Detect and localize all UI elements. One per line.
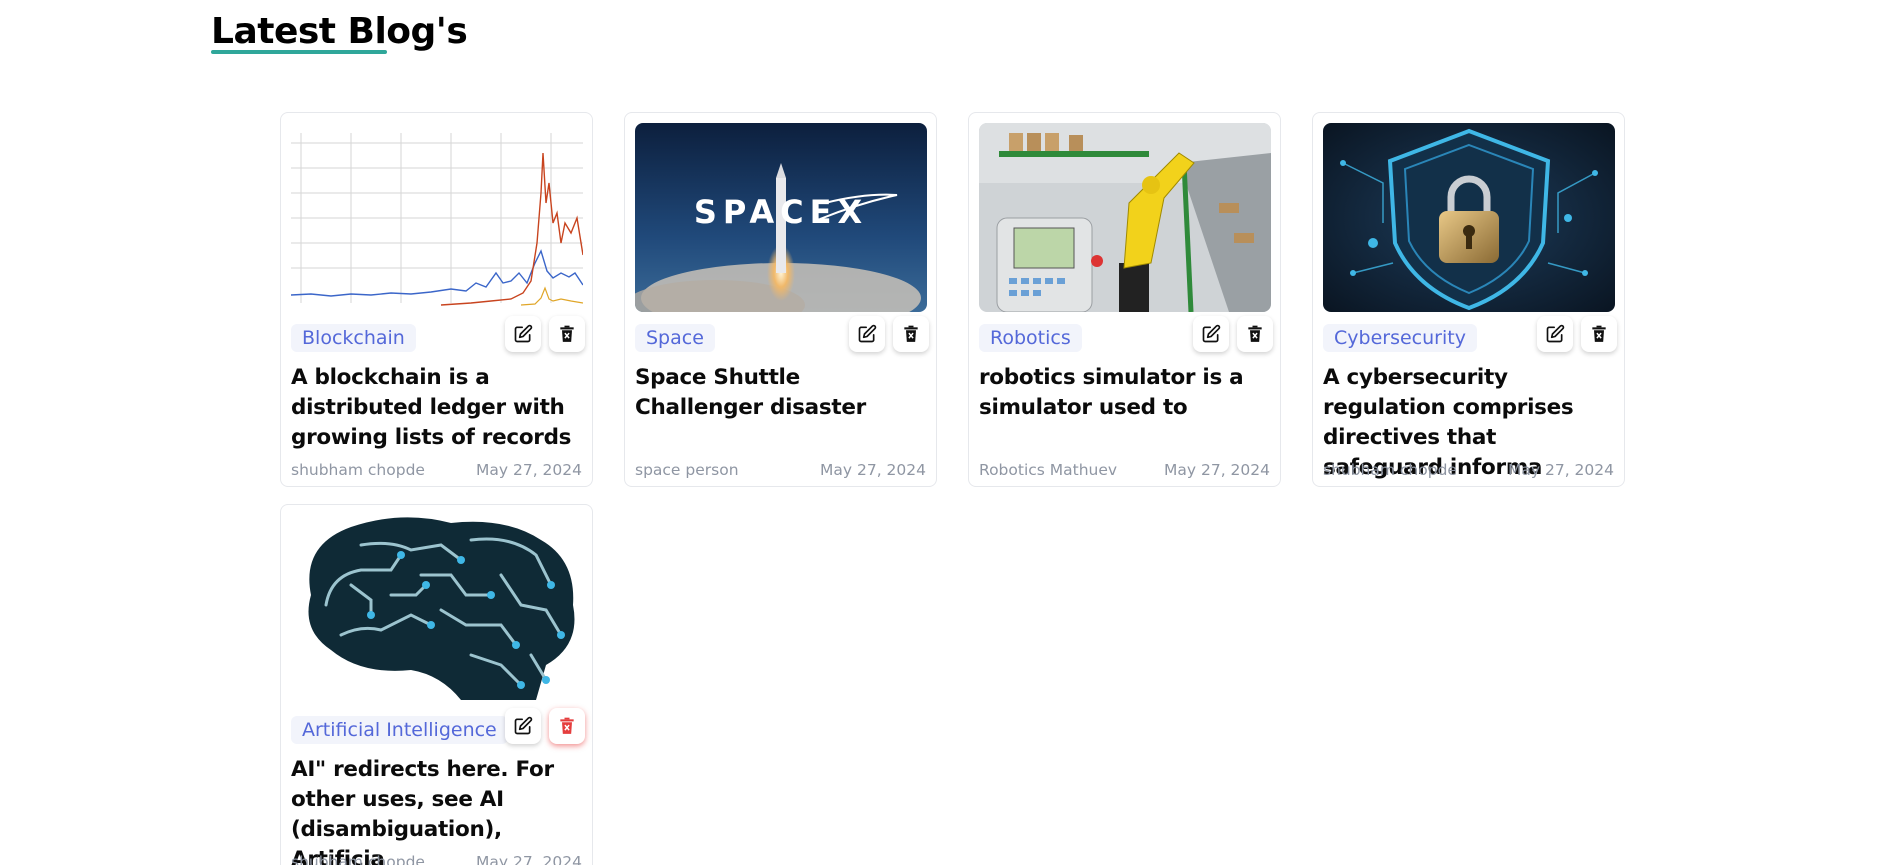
blog-card[interactable]: Artificial Intelligence AI" redirects he…	[280, 504, 593, 865]
delete-button[interactable]	[893, 316, 929, 352]
title-underline	[211, 50, 387, 54]
spacex-logo-text: SPACEX	[694, 193, 868, 231]
blog-thumbnail-padlock-shield[interactable]	[1323, 123, 1615, 312]
page-title: Latest Blog's	[211, 11, 468, 52]
delete-button[interactable]	[549, 316, 585, 352]
pencil-square-icon	[1202, 324, 1221, 343]
author-name: shubham chopde	[1323, 461, 1457, 479]
author-name: shubham chopde	[291, 853, 425, 865]
blog-thumbnail-spacex-launch[interactable]: SPACEX	[635, 123, 927, 312]
blog-thumbnail-circuit-brain[interactable]	[291, 515, 583, 704]
blog-title[interactable]: AI" redirects here. For other uses, see …	[291, 755, 587, 865]
author-name: Robotics Mathuev	[979, 461, 1118, 479]
publish-date: May 27, 2024	[1164, 461, 1270, 479]
edit-button[interactable]	[505, 708, 541, 744]
edit-button[interactable]	[849, 316, 885, 352]
blog-thumbnail-robot-arm[interactable]	[979, 123, 1271, 312]
edit-button[interactable]	[1193, 316, 1229, 352]
author-name: shubham chopde	[291, 461, 425, 479]
blog-title[interactable]: robotics simulator is a simulator used t…	[979, 363, 1275, 423]
delete-button[interactable]	[1237, 316, 1273, 352]
blog-title[interactable]: Space Shuttle Challenger disaster	[635, 363, 931, 423]
trash-icon	[560, 325, 574, 342]
blog-meta: shubham chopde May 27, 2024	[1323, 460, 1614, 480]
category-tag[interactable]: Robotics	[979, 324, 1082, 352]
category-tag[interactable]: Space	[635, 324, 715, 352]
edit-button[interactable]	[505, 316, 541, 352]
category-tag[interactable]: Artificial Intelligence	[291, 716, 508, 744]
pencil-square-icon	[514, 716, 533, 735]
category-tag[interactable]: Blockchain	[291, 324, 416, 352]
delete-button[interactable]	[1581, 316, 1617, 352]
trash-icon	[1248, 325, 1262, 342]
category-tag[interactable]: Cybersecurity	[1323, 324, 1477, 352]
blog-card[interactable]: SPACEX Space Space Shuttle Challenger di…	[624, 112, 937, 487]
blog-meta: shubham chopde May 27, 2024	[291, 460, 582, 480]
publish-date: May 27, 2024	[1508, 461, 1614, 479]
trash-icon	[1592, 325, 1606, 342]
delete-button[interactable]	[549, 708, 585, 744]
trash-icon	[904, 325, 918, 342]
blog-meta: shubham chopde May 27, 2024	[291, 852, 582, 865]
blog-card[interactable]: Cybersecurity A cybersecurity regulation…	[1312, 112, 1625, 487]
edit-button[interactable]	[1537, 316, 1573, 352]
publish-date: May 27, 2024	[820, 461, 926, 479]
blog-card[interactable]: Robotics robotics simulator is a simulat…	[968, 112, 1281, 487]
blog-card[interactable]: Blockchain A blockchain is a distributed…	[280, 112, 593, 487]
blog-meta: Robotics Mathuev May 27, 2024	[979, 460, 1270, 480]
pencil-square-icon	[514, 324, 533, 343]
pencil-square-icon	[858, 324, 877, 343]
trash-icon	[560, 717, 574, 734]
publish-date: May 27, 2024	[476, 461, 582, 479]
blog-thumbnail-price-chart[interactable]	[291, 123, 583, 312]
author-name: space person	[635, 461, 739, 479]
publish-date: May 27, 2024	[476, 853, 582, 865]
blog-meta: space person May 27, 2024	[635, 460, 926, 480]
blog-title[interactable]: A blockchain is a distributed ledger wit…	[291, 363, 587, 453]
pencil-square-icon	[1546, 324, 1565, 343]
